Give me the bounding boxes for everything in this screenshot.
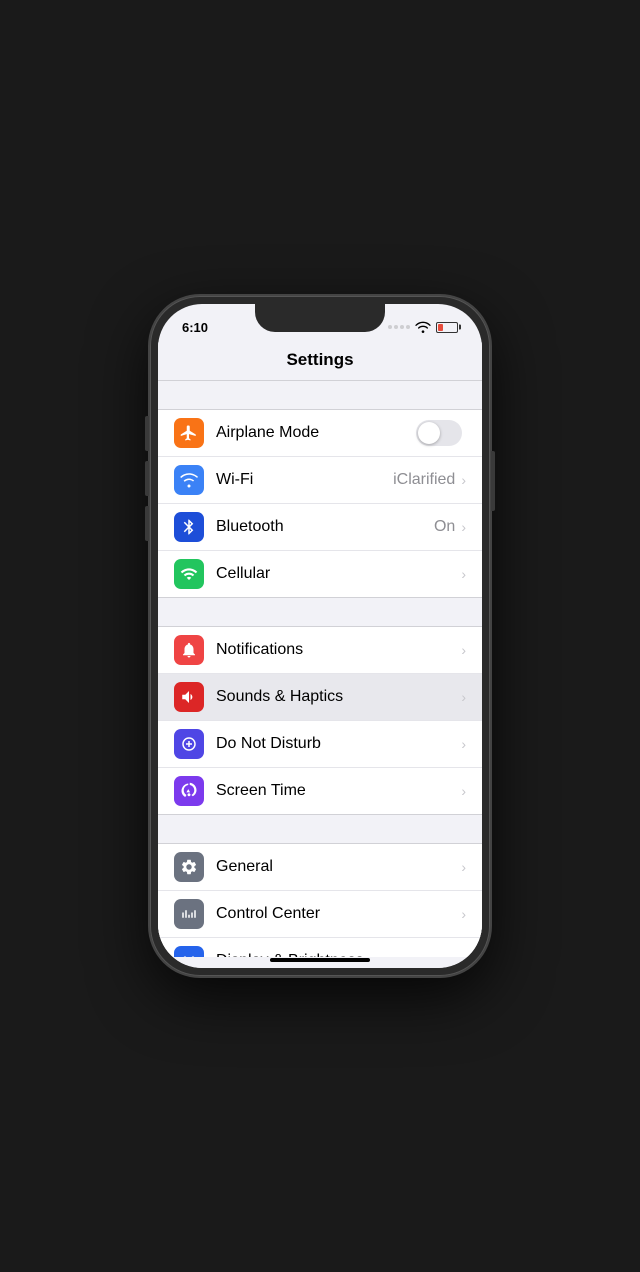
- sounds-icon: [174, 682, 204, 712]
- section-gap-2: [158, 598, 482, 626]
- display-brightness-chevron: ›: [461, 953, 466, 957]
- screen-time-chevron: ›: [461, 783, 466, 799]
- general-label: General: [216, 858, 461, 876]
- settings-row-control-center[interactable]: Control Center ›: [158, 891, 482, 938]
- cellular-chevron: ›: [461, 566, 466, 582]
- settings-row-general[interactable]: General ›: [158, 844, 482, 891]
- settings-row-screen-time[interactable]: Screen Time ›: [158, 768, 482, 814]
- display-brightness-icon: AA: [174, 946, 204, 957]
- section-notifications: Notifications › Sounds & Haptics ›: [158, 626, 482, 815]
- control-center-icon: [174, 899, 204, 929]
- airplane-mode-icon: [174, 418, 204, 448]
- notifications-icon: [174, 635, 204, 665]
- bluetooth-value: On: [434, 518, 455, 536]
- phone-screen: 6:10: [158, 304, 482, 968]
- settings-row-cellular[interactable]: Cellular ›: [158, 551, 482, 597]
- do-not-disturb-icon: [174, 729, 204, 759]
- bluetooth-label: Bluetooth: [216, 518, 434, 536]
- settings-row-bluetooth[interactable]: Bluetooth On ›: [158, 504, 482, 551]
- notch: [255, 304, 385, 332]
- wifi-icon: [415, 321, 431, 333]
- do-not-disturb-label: Do Not Disturb: [216, 735, 461, 753]
- status-icons: [388, 321, 458, 333]
- display-brightness-label: Display & Brightness: [216, 952, 461, 957]
- settings-row-do-not-disturb[interactable]: Do Not Disturb ›: [158, 721, 482, 768]
- cellular-icon: [174, 559, 204, 589]
- section-general: General › Control Center › A: [158, 843, 482, 957]
- airplane-mode-label: Airplane Mode: [216, 424, 416, 442]
- wifi-value: iClarified: [393, 471, 455, 489]
- sounds-chevron: ›: [461, 689, 466, 705]
- section-gap-3: [158, 815, 482, 843]
- status-time: 6:10: [182, 320, 208, 335]
- do-not-disturb-chevron: ›: [461, 736, 466, 752]
- bluetooth-icon: [174, 512, 204, 542]
- settings-row-sounds-haptics[interactable]: Sounds & Haptics ›: [158, 674, 482, 721]
- bluetooth-chevron: ›: [461, 519, 466, 535]
- cellular-label: Cellular: [216, 565, 461, 583]
- airplane-mode-toggle[interactable]: [416, 420, 462, 446]
- general-icon: [174, 852, 204, 882]
- wifi-settings-icon: [174, 465, 204, 495]
- screen-time-icon: [174, 776, 204, 806]
- section-gap-1: [158, 381, 482, 409]
- battery-icon: [436, 322, 458, 333]
- settings-row-display-brightness[interactable]: AA Display & Brightness ›: [158, 938, 482, 957]
- section-connectivity: Airplane Mode Wi-Fi iClarified ›: [158, 409, 482, 598]
- notifications-label: Notifications: [216, 641, 461, 659]
- wifi-label: Wi-Fi: [216, 471, 393, 489]
- home-bar: [270, 958, 370, 962]
- screen-time-label: Screen Time: [216, 782, 461, 800]
- wifi-chevron: ›: [461, 472, 466, 488]
- page-title: Settings: [286, 350, 353, 369]
- settings-row-wifi[interactable]: Wi-Fi iClarified ›: [158, 457, 482, 504]
- screen-content: Settings Airplane Mode: [158, 342, 482, 968]
- notifications-chevron: ›: [461, 642, 466, 658]
- sounds-label: Sounds & Haptics: [216, 688, 461, 706]
- signal-icon: [388, 325, 410, 329]
- control-center-chevron: ›: [461, 906, 466, 922]
- settings-row-notifications[interactable]: Notifications ›: [158, 627, 482, 674]
- control-center-label: Control Center: [216, 905, 461, 923]
- settings-row-airplane-mode[interactable]: Airplane Mode: [158, 410, 482, 457]
- phone-frame: 6:10: [150, 296, 490, 976]
- general-chevron: ›: [461, 859, 466, 875]
- nav-header: Settings: [158, 342, 482, 381]
- settings-list[interactable]: Airplane Mode Wi-Fi iClarified ›: [158, 381, 482, 957]
